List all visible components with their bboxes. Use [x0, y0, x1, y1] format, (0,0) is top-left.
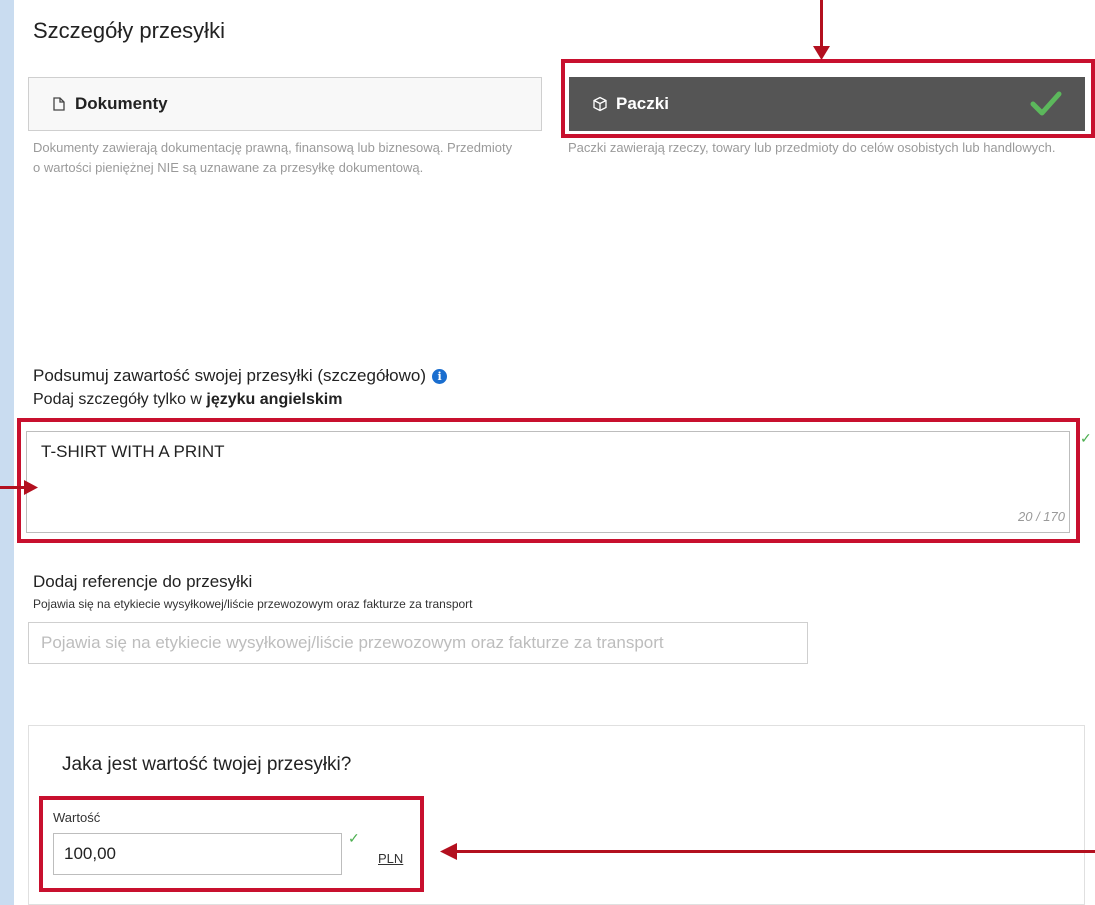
- contents-heading: Podsumuj zawartość swojej przesyłki (szc…: [33, 366, 448, 386]
- reference-subtitle: Pojawia się na etykiecie wysyłkowej/liśc…: [33, 597, 473, 611]
- documents-option-label: Dokumenty: [75, 94, 168, 113]
- contents-valid-check-icon: ✓: [1080, 430, 1092, 446]
- contents-subtitle: Podaj szczegóły tylko w języku angielski…: [33, 391, 342, 409]
- documents-option-button[interactable]: Dokumenty: [28, 77, 542, 131]
- info-icon[interactable]: i: [432, 368, 448, 384]
- reference-heading: Dodaj referencje do przesyłki: [33, 572, 253, 591]
- value-card-title: Jaka jest wartość twojej przesyłki?: [62, 754, 352, 775]
- documents-description: Dokumenty zawierają dokumentację prawną,…: [33, 140, 513, 175]
- page-title: Szczegóły przesyłki: [33, 18, 225, 43]
- contents-heading-text: Podsumuj zawartość swojej przesyłki (szc…: [33, 366, 427, 385]
- contents-highlight-box: [17, 418, 1080, 543]
- reference-input[interactable]: [28, 622, 808, 664]
- document-icon: [53, 97, 65, 111]
- packages-description: Paczki zawierają rzeczy, towary lub prze…: [568, 140, 1056, 155]
- value-highlight-box: [39, 796, 424, 892]
- packages-highlight-box: [561, 59, 1095, 138]
- contents-subtitle-bold: języku angielskim: [206, 391, 343, 408]
- contents-subtitle-prefix: Podaj szczegóły tylko w: [33, 391, 207, 408]
